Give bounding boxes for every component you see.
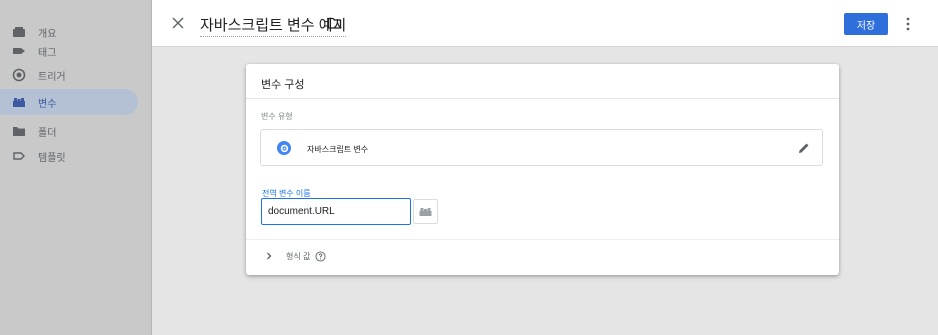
- help-icon[interactable]: [315, 250, 326, 262]
- sidebar-item-templates[interactable]: 템플릿: [0, 143, 138, 169]
- format-value-expander[interactable]: 형식 값: [264, 248, 326, 264]
- more-options-button[interactable]: [900, 14, 916, 34]
- variable-type-label: 변수 유형: [261, 112, 293, 121]
- insert-variable-button[interactable]: [413, 199, 438, 224]
- card-title: 변수 구성: [261, 79, 305, 91]
- close-icon: [172, 17, 184, 29]
- sidebar-item-variables[interactable]: 변수: [0, 89, 138, 115]
- gear-icon: [277, 141, 291, 155]
- sidebar-item-label: 폴더: [38, 127, 57, 139]
- sidebar-item-tags[interactable]: 태그: [0, 38, 138, 64]
- format-value-label: 형식 값: [286, 251, 311, 261]
- close-button[interactable]: [168, 13, 188, 33]
- save-button[interactable]: 저장: [844, 13, 888, 35]
- sidebar-item-label: 템플릿: [38, 152, 66, 164]
- variable-type-value: 자바스크립트 변수: [307, 145, 369, 154]
- more-vert-icon: [906, 17, 910, 31]
- variables-icon: [12, 95, 26, 109]
- editor-header: 자바스크립트 변수 예시 저장: [152, 0, 938, 47]
- sidebar-item-label: 트리거: [38, 71, 66, 83]
- sidebar-item-triggers[interactable]: 트리거: [0, 62, 138, 88]
- trigger-icon: [12, 68, 26, 82]
- card-header: 변수 구성: [246, 64, 839, 99]
- variables-icon: [419, 208, 432, 216]
- page-title[interactable]: 자바스크립트 변수 예시: [200, 14, 347, 37]
- template-icon: [12, 149, 26, 163]
- variable-configuration-card: 변수 구성 변수 유형 자바스크립트 변수 전역 변수 이름 형식 값: [246, 64, 839, 275]
- chevron-right-icon: [267, 252, 272, 260]
- sidebar-item-label: 변수: [38, 98, 57, 110]
- tag-icon: [12, 44, 26, 58]
- divider: [246, 239, 839, 240]
- sidebar-item-label: 태그: [38, 47, 57, 59]
- variable-type-selector[interactable]: 자바스크립트 변수: [260, 129, 823, 166]
- sidebar: 개요 태그 트리거 변수 폴더 템플릿: [0, 0, 152, 335]
- overview-icon: [12, 25, 26, 39]
- folder-outline-icon[interactable]: [327, 16, 342, 30]
- global-variable-name-input[interactable]: [261, 198, 411, 225]
- edit-pencil-icon[interactable]: [797, 141, 811, 155]
- folder-icon: [12, 124, 26, 138]
- sidebar-item-folders[interactable]: 폴더: [0, 118, 138, 144]
